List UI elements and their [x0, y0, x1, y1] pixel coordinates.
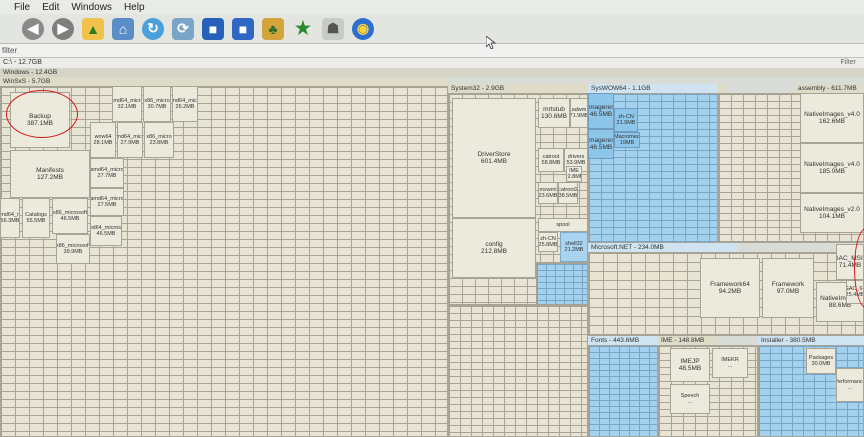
annotation-circle-backup [6, 90, 78, 138]
back-icon[interactable]: ◀ [22, 17, 44, 40]
open-folder-icon[interactable]: ▲ [82, 17, 104, 40]
block-x86-microsoft-b[interactable]: x86_microsoft 39.9MB [56, 234, 90, 264]
section-windows: Windows - 12.4GB [0, 68, 864, 77]
block-nativeimages-c[interactable]: NativeImages_v2.0 104.1MB [800, 193, 864, 233]
home-icon[interactable]: ⌂ [112, 17, 134, 40]
block-spool[interactable]: spool [538, 218, 588, 232]
section-syswow64: SysWOW64 - 1.1GB [588, 84, 718, 93]
forward-icon[interactable]: ▶ [52, 17, 74, 40]
block-zh-cn-b[interactable]: zh-CN 21.9MB [614, 108, 638, 132]
section-installer: Installer - 380.5MB [758, 336, 864, 345]
cube-icon-2[interactable]: ■ [232, 17, 254, 40]
block-speech[interactable]: Speech... [670, 384, 710, 414]
refresh-icon[interactable]: ↻ [142, 17, 164, 40]
block-x86-micro-a[interactable]: x86_micro 30.7MB [143, 86, 171, 122]
about-icon[interactable]: ◉ [352, 17, 374, 40]
ghost-icon[interactable]: ☗ [322, 17, 344, 40]
block-manifests[interactable]: Manifests 127.2MB [10, 150, 90, 198]
block-performance[interactable]: Performance... [836, 368, 864, 402]
cube-icon[interactable]: ■ [202, 17, 224, 40]
block-catroot2[interactable]: catroot2 38.5MB [558, 182, 578, 204]
block-amd64-micro-d[interactable]: amd64_micro 27.7MB [90, 158, 124, 188]
block-amd64-micro-f[interactable]: amd64_mi56.3MB [0, 198, 20, 238]
menu-windows[interactable]: Windows [71, 2, 112, 13]
root-path: C:\ - 12.7GB [0, 58, 864, 68]
system32-files-grid [448, 305, 588, 437]
block-x86-microsoft[interactable]: x86_microsoft 46.5MB [52, 198, 88, 234]
block-imageres-a[interactable]: imageres 46.5MB [588, 93, 614, 129]
block-amd64-micro-e[interactable]: amd64_micro 27.5MB [90, 188, 124, 216]
block-shell32[interactable]: shell32 21.2MB [560, 232, 588, 262]
block-catroot[interactable]: catroot 58.8MB [538, 148, 564, 172]
mouse-cursor-icon [486, 36, 496, 49]
section-assembly: assembly - 611.7MB [795, 84, 864, 93]
block-amd64-micro-a[interactable]: amd64_micro 32.1MB [112, 86, 142, 122]
block-config[interactable]: config 212.8MB [452, 218, 536, 278]
block-x86-micro-b[interactable]: x86_micro 23.8MB [144, 122, 174, 158]
block-driverstore[interactable]: DriverStore 601.4MB [452, 98, 536, 218]
block-framework64[interactable]: Framework64 94.2MB [700, 258, 760, 318]
block-imejp[interactable]: IMEJP 48.5MB [670, 348, 710, 382]
block-framework[interactable]: Framework 97.0MB [762, 258, 814, 318]
section-ime: IME - 148.8MB [658, 336, 718, 345]
section-winsxs: WinSxS - 5.7GB [0, 77, 448, 86]
block-amd64-micro-b[interactable]: amd64_micro26.2MB [172, 86, 198, 122]
block-nativeimages-b[interactable]: NativeImages_v4.0 185.0MB [800, 143, 864, 193]
menu-bar: File Edit Windows Help [0, 0, 864, 14]
menu-help[interactable]: Help [124, 2, 145, 13]
system32-blue-grid [536, 263, 588, 305]
treemap: Windows - 12.4GB WinSxS - 5.7GB System32… [0, 68, 864, 437]
colors-icon[interactable]: ♣ [262, 17, 284, 40]
section-microsoft-net: Microsoft.NET - 234.0MB [588, 243, 738, 252]
block-adwm[interactable]: adwm 71.9MB [570, 98, 588, 128]
refresh-folder-icon[interactable]: ⟳ [172, 17, 194, 40]
block-imageres-b[interactable]: imageres 46.5MB [588, 129, 614, 159]
menu-file[interactable]: File [14, 2, 30, 13]
block-mrtstub[interactable]: mrtstub 130.6MB [538, 98, 570, 128]
block-amd64-microsoft[interactable]: amd64_microsoft46.5MB [90, 216, 122, 246]
block-amd64-micro-c[interactable]: amd64_micro27.9MB [117, 122, 143, 158]
block-macromed[interactable]: Macromed 19MB [614, 132, 640, 148]
section-fonts: Fonts - 443.6MB [588, 336, 658, 345]
filter-input[interactable]: Filter [736, 58, 856, 68]
block-catalogs[interactable]: Catalogs 55.5MB [22, 198, 50, 238]
block-mswmi[interactable]: mswmi 23.6MB [538, 182, 558, 204]
toolbar: ◀ ▶ ▲ ⌂ ↻ ⟳ ■ ■ ♣ ★ ☗ ◉ [0, 14, 864, 44]
block-nativeimages-a[interactable]: NativeImages_v4.0 162.6MB [800, 93, 864, 143]
fonts-grid [588, 345, 658, 437]
block-zh-cn-a[interactable]: zh-CN 25.8MB [538, 232, 558, 252]
block-wow64[interactable]: wow64 28.1MB [90, 122, 116, 158]
block-packages[interactable]: Packages 30.0MB [806, 348, 836, 374]
block-imekr[interactable]: IMEKR... [712, 348, 748, 378]
filter-label: filter [2, 46, 18, 55]
block-ime-sub[interactable]: IME22.8MB [566, 166, 582, 182]
menu-edit[interactable]: Edit [42, 2, 59, 13]
filter-bar[interactable]: filter [0, 44, 864, 58]
star-icon[interactable]: ★ [292, 18, 314, 40]
